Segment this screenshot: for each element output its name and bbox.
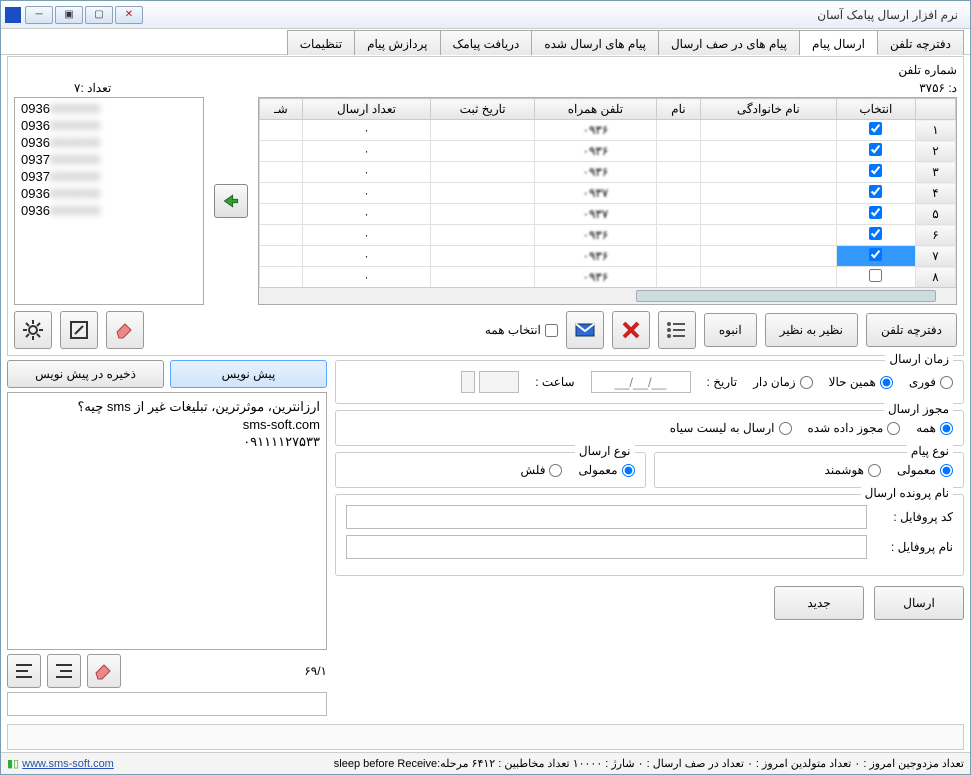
table-row: ۴۰۹۳۷·	[260, 183, 956, 204]
radio-send-normal[interactable]: معمولی	[578, 463, 634, 477]
close-button[interactable]: ✕	[115, 6, 143, 24]
col-family[interactable]: نام خانوادگی	[701, 99, 837, 120]
tab-process[interactable]: پردازش پیام	[354, 30, 440, 55]
radio-perm-permitted[interactable]: مجوز داده شده	[808, 421, 901, 435]
titlebar: ─ ▣ ▢ ✕ نرم افزار ارسال پیامک آسان	[1, 1, 970, 29]
app-window: ─ ▣ ▢ ✕ نرم افزار ارسال پیامک آسان دفترچ…	[0, 0, 971, 775]
radio-now[interactable]: همین حالا	[829, 375, 893, 389]
one-to-one-button[interactable]: نظیر به نظیر	[765, 313, 858, 347]
radio-perm-all[interactable]: همه	[916, 421, 953, 435]
table-row: ۸۰۹۳۶·	[260, 267, 956, 288]
phone-title: شماره تلفن	[898, 63, 957, 77]
edit-icon-button[interactable]	[60, 311, 98, 349]
phonebook-button[interactable]: دفترچه تلفن	[866, 313, 957, 347]
send-time-group: زمان ارسال فوری همین حالا زمان دار تاریخ…	[335, 360, 964, 404]
send-type-group: نوع ارسال معمولی فلش	[335, 452, 646, 488]
msg-type-group: نوع پیام معمولی هوشمند	[654, 452, 965, 488]
radio-send-flash[interactable]: فلش	[520, 463, 562, 477]
col-name[interactable]: نام	[656, 99, 700, 120]
col-rownum	[916, 99, 956, 120]
website-link[interactable]: www.sms-soft.com	[22, 758, 114, 770]
settings-icon-button[interactable]	[14, 311, 52, 349]
col-sh[interactable]: شـ	[260, 99, 303, 120]
table-row: ۶۰۹۳۶·	[260, 225, 956, 246]
phone-section: شماره تلفن د: ۳۷۵۶ تعداد :۷ انتخاب نام خ…	[7, 56, 964, 356]
list-item: 09370000000	[17, 168, 201, 185]
list-item: 09360000000	[17, 134, 201, 151]
align-left-button[interactable]	[7, 654, 41, 688]
tab-sent[interactable]: پیام های ارسال شده	[531, 30, 659, 55]
align-right-button[interactable]	[47, 654, 81, 688]
message-textarea[interactable]: ارزانترین، موثرترین، تبلیغات غیر از sms …	[7, 392, 327, 650]
contacts-grid[interactable]: انتخاب نام خانوادگی نام تلفن همراه تاریخ…	[258, 97, 957, 305]
radio-msg-normal[interactable]: معمولی	[897, 463, 953, 477]
profile-name-input[interactable]	[346, 535, 867, 559]
profile-group: نام پرونده ارسال کد پروفایل : نام پروفای…	[335, 494, 964, 576]
radio-msg-smart[interactable]: هوشمند	[825, 463, 881, 477]
move-left-button[interactable]	[214, 184, 248, 218]
time-spinner[interactable]	[461, 371, 475, 393]
tab-receive[interactable]: دریافت پیامک	[440, 30, 533, 55]
list-item: 09360000000	[17, 185, 201, 202]
profile-code-input[interactable]	[346, 505, 867, 529]
delete-icon-button[interactable]	[612, 311, 650, 349]
table-row: ۷۰۹۳۶·	[260, 246, 956, 267]
tab-queue[interactable]: پیام های در صف ارسال	[658, 30, 800, 55]
new-button[interactable]: جدید	[774, 586, 864, 620]
radio-immediate[interactable]: فوری	[909, 375, 953, 389]
tab-send[interactable]: ارسال پیام	[799, 30, 878, 55]
phone-count: د: ۳۷۵۶	[919, 81, 957, 95]
col-select[interactable]: انتخاب	[836, 99, 915, 120]
select-all-checkbox[interactable]: انتخاب همه	[485, 323, 558, 337]
radio-scheduled[interactable]: زمان دار	[753, 375, 813, 389]
list-item: 09370000000	[17, 151, 201, 168]
main-tabs: دفترچه تلفن ارسال پیام پیام های در صف ار…	[1, 29, 970, 55]
extra-input[interactable]	[7, 692, 327, 716]
list-item: 09360000000	[17, 117, 201, 134]
selected-numbers-list[interactable]: 09360000000 09360000000 09360000000 0937…	[14, 97, 204, 305]
radio-perm-blacklist[interactable]: ارسال به لیست سیاه	[670, 421, 792, 435]
status-text: تعداد مزدوجین امروز : ۰ تعداد متولدین ام…	[114, 757, 964, 770]
list-item: 09360000000	[17, 100, 201, 117]
col-mobile[interactable]: تلفن همراه	[535, 99, 657, 120]
app-icon	[5, 7, 21, 23]
erase-icon-button[interactable]	[106, 311, 144, 349]
table-row: ۲۰۹۳۶·	[260, 141, 956, 162]
table-row: ۵۰۹۳۷·	[260, 204, 956, 225]
col-count[interactable]: تعداد ارسال	[302, 99, 431, 120]
maximize-button[interactable]: ▢	[85, 6, 113, 24]
send-button[interactable]: ارسال	[874, 586, 964, 620]
time-select[interactable]	[479, 371, 519, 393]
col-regdate[interactable]: تاریخ ثبت	[431, 99, 535, 120]
mail-icon-button[interactable]	[566, 311, 604, 349]
grid-hscroll[interactable]	[259, 287, 956, 304]
bottom-strip	[7, 724, 964, 750]
draft-button[interactable]: پیش نویس	[170, 360, 327, 388]
save-draft-button[interactable]: ذخیره در پیش نویس	[7, 360, 164, 388]
status-bar: ▮▯ www.sms-soft.com تعداد مزدوجین امروز …	[1, 752, 970, 774]
bulk-button[interactable]: انبوه	[704, 313, 757, 347]
tab-settings[interactable]: تنظیمات	[287, 30, 355, 55]
table-row: ۳۰۹۳۶·	[260, 162, 956, 183]
restore-button[interactable]: ▣	[55, 6, 83, 24]
send-permission-group: مجوز ارسال همه مجوز داده شده ارسال به لی…	[335, 410, 964, 446]
left-count: تعداد :۷	[74, 81, 111, 95]
char-counter: ۶۹/۱	[304, 664, 327, 678]
minimize-button[interactable]: ─	[25, 6, 53, 24]
window-title: نرم افزار ارسال پیامک آسان	[143, 8, 966, 22]
tab-phonebook[interactable]: دفترچه تلفن	[877, 30, 964, 55]
date-input[interactable]	[591, 371, 691, 393]
erase-msg-button[interactable]	[87, 654, 121, 688]
table-row: ۱۰۹۳۶·	[260, 120, 956, 141]
list-item: 09360000000	[17, 202, 201, 219]
list-icon-button[interactable]	[658, 311, 696, 349]
